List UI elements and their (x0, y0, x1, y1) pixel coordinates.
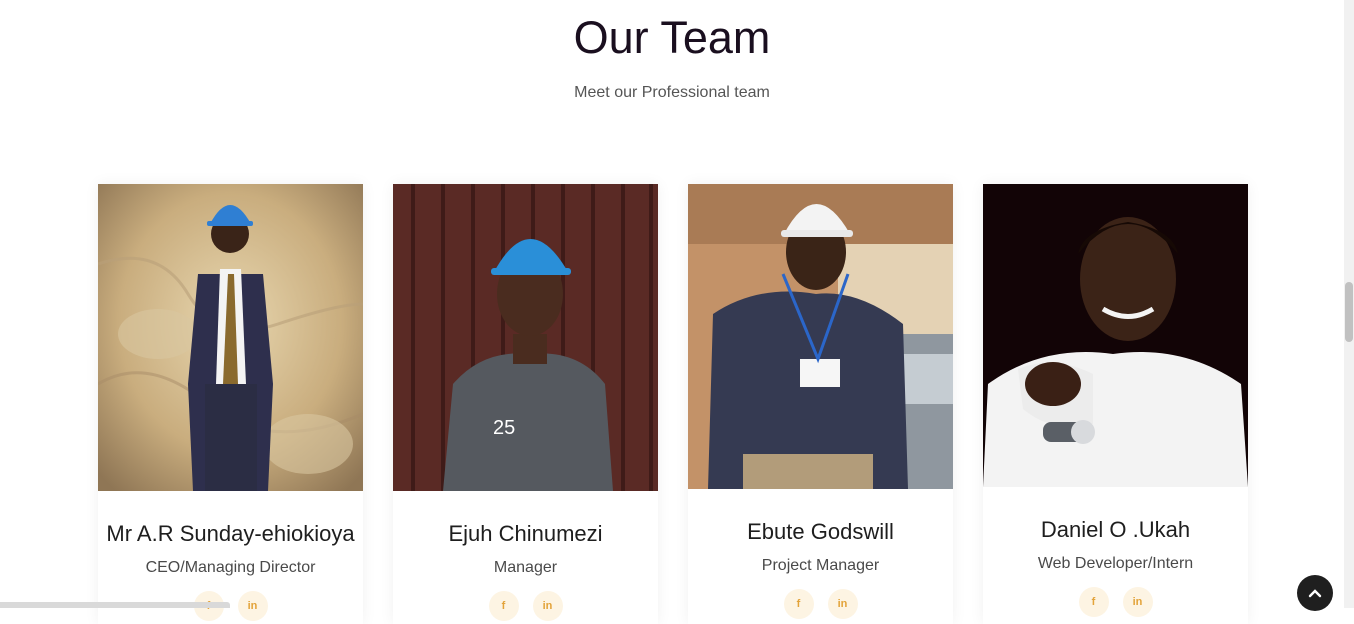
scrollbar-thumb[interactable] (1345, 282, 1353, 342)
bottom-toolbar-edge (0, 602, 230, 608)
back-to-top-button[interactable] (1297, 575, 1333, 611)
team-card: Ebute Godswill Project Manager f in (688, 184, 953, 624)
svg-text:25: 25 (493, 417, 515, 439)
team-member-photo (98, 184, 363, 491)
team-card: Mr A.R Sunday-ehiokioya CEO/Managing Dir… (98, 184, 363, 624)
section-subtitle: Meet our Professional team (574, 84, 770, 101)
team-member-photo (983, 184, 1248, 487)
linkedin-icon[interactable]: in (827, 589, 858, 619)
team-member-photo: 25 (393, 184, 658, 491)
page-scrollbar[interactable] (1344, 0, 1354, 608)
section-title: Our Team (573, 12, 771, 63)
team-card: Daniel O .Ukah Web Developer/Intern f in (983, 184, 1248, 624)
team-member-role: Project Manager (761, 557, 880, 574)
linkedin-icon[interactable]: in (532, 591, 563, 621)
team-member-name: Daniel O .Ukah (1040, 517, 1191, 542)
team-member-photo (688, 184, 953, 489)
team-member-name: Ebute Godswill (747, 519, 894, 544)
facebook-icon[interactable]: f (488, 591, 519, 621)
facebook-icon[interactable]: f (783, 589, 814, 619)
chevron-up-icon (1308, 589, 1322, 598)
linkedin-icon[interactable]: in (1122, 587, 1153, 617)
team-member-role: CEO/Managing Director (145, 559, 316, 576)
team-member-name: Mr A.R Sunday-ehiokioya (106, 521, 355, 546)
team-card: 25 Ejuh Chinumezi Manager f in (393, 184, 658, 624)
linkedin-icon[interactable]: in (237, 591, 268, 621)
team-member-role: Web Developer/Intern (1037, 555, 1194, 572)
facebook-icon[interactable]: f (1078, 587, 1109, 617)
team-member-role: Manager (493, 559, 558, 576)
team-member-name: Ejuh Chinumezi (448, 521, 603, 546)
